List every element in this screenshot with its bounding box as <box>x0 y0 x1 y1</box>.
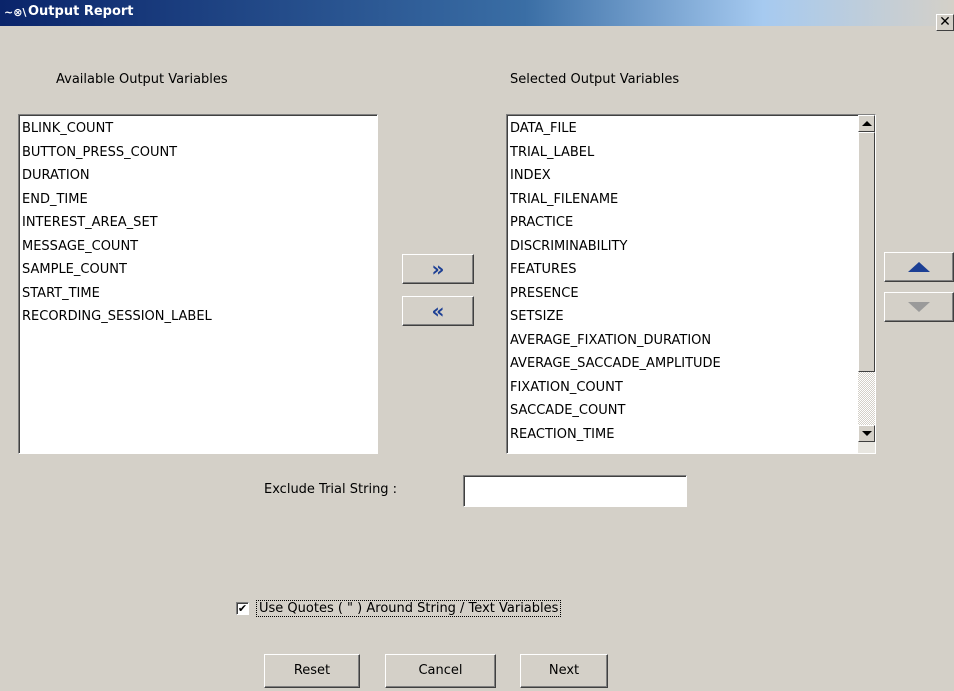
scroll-down-arrow-icon <box>861 431 872 436</box>
scroll-track[interactable] <box>858 372 875 425</box>
scroll-thumb[interactable] <box>858 132 875 372</box>
triangle-up-icon <box>908 262 930 272</box>
move-up-button[interactable] <box>884 252 954 282</box>
list-item[interactable]: INTEREST_AREA_SET <box>22 213 377 237</box>
double-left-arrow-icon: « <box>431 299 445 323</box>
list-item[interactable]: MESSAGE_COUNT <box>22 237 377 261</box>
list-item[interactable]: AVERAGE_FIXATION_DURATION <box>510 331 875 355</box>
list-item[interactable]: BLINK_COUNT <box>22 119 377 143</box>
list-item[interactable]: DURATION <box>22 166 377 190</box>
title-bar: ~⊗\ Output Report <box>0 0 954 26</box>
list-item[interactable]: FIXATION_COUNT <box>510 378 875 402</box>
remove-variable-button[interactable]: « <box>402 296 474 326</box>
close-button[interactable]: ✕ <box>936 14 954 31</box>
selected-variables-list[interactable]: DATA_FILE TRIAL_LABEL INDEX TRIAL_FILENAME P… <box>506 114 876 454</box>
list-item[interactable]: TRIAL_LABEL <box>510 143 875 167</box>
selected-variables-label: Selected Output Variables <box>510 72 680 87</box>
scroll-up-arrow-icon <box>861 121 872 126</box>
list-item[interactable]: DISCRIMINABILITY <box>510 237 875 261</box>
list-item[interactable]: PRESENCE <box>510 284 875 308</box>
vertical-scrollbar[interactable] <box>858 115 875 453</box>
use-quotes-label[interactable]: Use Quotes ( " ) Around String / Text Va… <box>256 600 562 617</box>
scroll-up-button[interactable] <box>858 115 875 132</box>
list-item[interactable]: PRACTICE <box>510 213 875 237</box>
list-item[interactable]: SAMPLE_COUNT <box>22 260 377 284</box>
available-variables-label: Available Output Variables <box>56 72 228 87</box>
window-title: Output Report <box>28 4 134 19</box>
check-icon: ✔ <box>237 602 248 615</box>
app-icon: ~⊗\ <box>4 6 27 19</box>
reset-button[interactable]: Reset <box>264 654 360 688</box>
list-item[interactable]: DATA_FILE <box>510 119 875 143</box>
list-item[interactable]: BUTTON_PRESS_COUNT <box>22 143 377 167</box>
add-variable-button[interactable]: » <box>402 254 474 284</box>
close-icon: ✕ <box>939 14 951 30</box>
triangle-down-icon <box>908 302 930 312</box>
list-item[interactable]: TRIAL_FILENAME <box>510 190 875 214</box>
exclude-trial-string-input[interactable] <box>463 475 687 507</box>
list-item[interactable]: SETSIZE <box>510 307 875 331</box>
double-right-arrow-icon: » <box>431 257 445 281</box>
next-button[interactable]: Next <box>520 654 608 688</box>
list-item[interactable]: FEATURES <box>510 260 875 284</box>
list-item[interactable]: INDEX <box>510 166 875 190</box>
scroll-down-button[interactable] <box>858 425 875 442</box>
list-item[interactable]: SACCADE_COUNT <box>510 401 875 425</box>
use-quotes-checkbox[interactable]: ✔ <box>236 602 249 615</box>
move-down-button[interactable] <box>884 292 954 322</box>
exclude-trial-string-label: Exclude Trial String : <box>264 482 398 497</box>
list-item[interactable]: RECORDING_SESSION_LABEL <box>22 307 377 331</box>
list-item[interactable]: AVERAGE_SACCADE_AMPLITUDE <box>510 354 875 378</box>
list-item[interactable]: START_TIME <box>22 284 377 308</box>
cancel-button[interactable]: Cancel <box>385 654 496 688</box>
available-variables-list[interactable]: BLINK_COUNT BUTTON_PRESS_COUNT DURATION END… <box>18 114 378 454</box>
list-item[interactable]: END_TIME <box>22 190 377 214</box>
list-item[interactable]: REACTION_TIME <box>510 425 875 449</box>
